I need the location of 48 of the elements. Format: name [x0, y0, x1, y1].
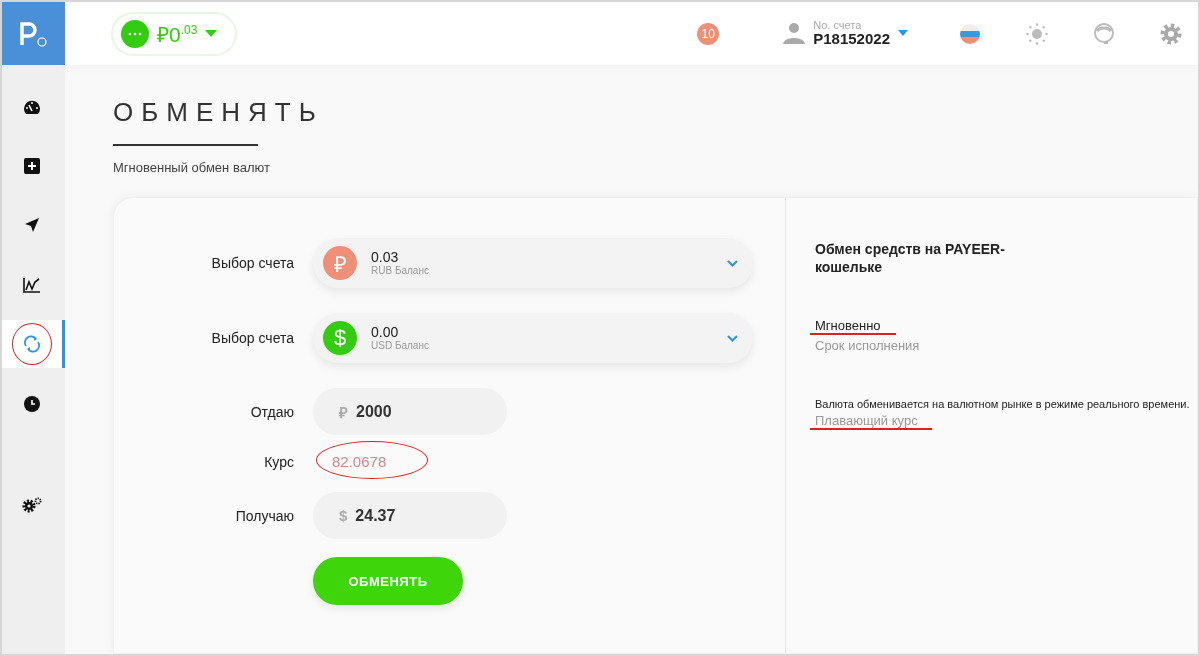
caret-icon [898, 30, 908, 37]
amount-field[interactable]: $ 24.37 [313, 492, 507, 539]
gauge-icon [22, 98, 41, 114]
account-amount: 0.00 [371, 323, 400, 341]
russian-flag-icon[interactable] [960, 23, 980, 44]
account-amount: 0.03 [371, 248, 400, 266]
currency-icon: $ [323, 321, 357, 355]
account-number: P18152022 [813, 31, 890, 48]
currency-icon: ₽ [323, 246, 357, 280]
amount-value: 24.37 [355, 506, 396, 525]
logo[interactable] [2, 2, 65, 65]
account-select[interactable]: ₽ 0.03 RUB Баланс [313, 238, 753, 288]
settings-icon[interactable] [1160, 22, 1182, 45]
field-label: Отдаю [249, 403, 294, 420]
info-title: Обмен средств на PAYEER-кошельке [815, 240, 1006, 277]
currency-symbol: ₽ [339, 402, 348, 422]
chevron-down-icon [727, 259, 738, 267]
more-icon [121, 19, 149, 48]
field-label: Выбор счета [210, 330, 294, 346]
logo-icon [18, 20, 49, 47]
amount-value: 2000 [356, 402, 392, 421]
rate-description: Валюта обменивается на валютном рынке в режиме реального времени. [815, 398, 1190, 411]
rate-type: Плавающий курс [815, 413, 918, 429]
currency-symbol: $ [339, 507, 348, 524]
refresh-icon [22, 335, 41, 353]
field-label: Курс [263, 453, 294, 470]
speed-label: Срок исполнения [815, 338, 920, 354]
exchange-rate: 82.0678 [313, 453, 387, 470]
account-selector[interactable]: No. счета P18152022 [783, 19, 908, 48]
field-label: Получаю [234, 507, 294, 524]
chevron-down-icon [727, 334, 738, 342]
speed-value: Мгновенно [815, 318, 881, 334]
paper-plane-icon [23, 217, 40, 233]
account-caption: USD Баланс [371, 340, 430, 353]
account-label: No. счета [813, 19, 863, 32]
gears-icon [20, 497, 43, 513]
plus-square-icon [23, 157, 40, 174]
page-subtitle: Мгновенный обмен валют [113, 160, 271, 175]
caret-icon [205, 30, 218, 37]
field-label: Выбор счета [210, 255, 294, 271]
amount-field[interactable]: ₽ 2000 [313, 388, 507, 435]
clock-icon [23, 395, 40, 412]
balance-amount: ₽0$^{.03}$ [157, 21, 198, 48]
account-caption: RUB Баланс [371, 265, 430, 278]
chart-icon [22, 276, 41, 293]
user-icon [783, 22, 806, 45]
account-select[interactable]: $ 0.00 USD Баланс [313, 313, 753, 363]
page-title: ОБМЕНЯТЬ [113, 97, 325, 128]
